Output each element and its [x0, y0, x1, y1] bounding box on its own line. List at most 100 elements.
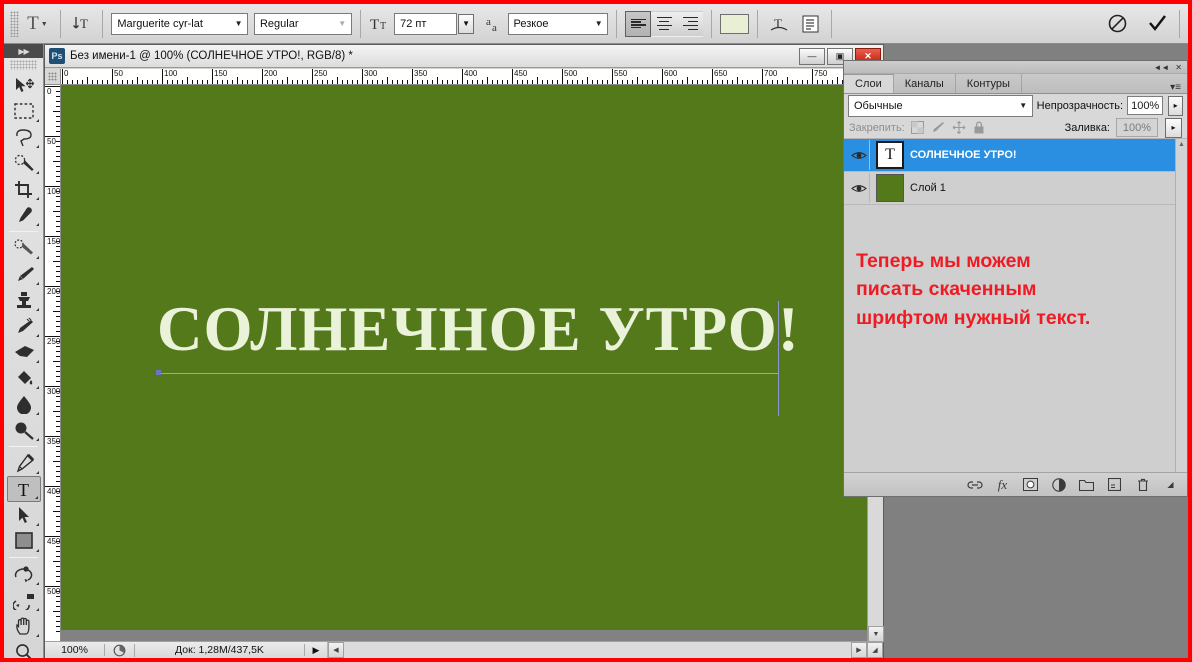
anti-alias-select[interactable]: Резкое ▼	[507, 12, 609, 35]
ruler-tick	[617, 80, 618, 84]
hand-tool[interactable]	[7, 613, 41, 639]
new-layer-button[interactable]	[1106, 476, 1123, 493]
eraser-tool[interactable]	[7, 339, 41, 365]
spot-healing-brush-tool[interactable]	[7, 235, 41, 261]
horizontal-ruler[interactable]: 0 50 100 150 200 250 300 350 400 450 500 550 600 650 7…	[61, 69, 867, 85]
character-paragraph-panel-icon[interactable]	[798, 11, 823, 37]
history-brush-tool[interactable]	[7, 313, 41, 339]
ruler-tick	[487, 77, 488, 84]
brush-tool[interactable]	[7, 261, 41, 287]
canvas-area[interactable]: СОЛНЕЧНОЕ УТРО!	[61, 85, 867, 642]
zoom-tool[interactable]	[7, 639, 41, 658]
toggle-text-orientation-icon[interactable]: T	[69, 11, 94, 37]
vertical-ruler[interactable]: 0 50 100 150 200 250 300 350 400 450 500	[45, 85, 61, 642]
ruler-tick	[677, 80, 678, 84]
blend-mode-select[interactable]: Обычные ▼	[848, 94, 1033, 117]
layer-name[interactable]: СОЛНЕЧНОЕ УТРО!	[910, 149, 1017, 161]
ruler-tick	[56, 166, 60, 167]
table-row[interactable]: T СОЛНЕЧНОЕ УТРО!	[844, 139, 1187, 172]
font-size-dropdown-button[interactable]: ▼	[457, 13, 475, 34]
opacity-slider-button[interactable]: ▸	[1168, 95, 1183, 116]
font-style-select[interactable]: Regular ▼	[253, 12, 352, 35]
add-layer-mask-button[interactable]	[1022, 476, 1039, 493]
horizontal-type-tool[interactable]: T	[7, 476, 41, 502]
commit-edits-button[interactable]	[1145, 11, 1171, 37]
options-bar-grip[interactable]	[10, 10, 19, 37]
paint-bucket-tool[interactable]	[7, 365, 41, 391]
ruler-tick	[382, 80, 383, 84]
status-menu-button[interactable]: ▶	[305, 645, 327, 656]
blur-tool[interactable]	[7, 391, 41, 417]
minimize-button[interactable]: —	[799, 47, 825, 65]
link-layers-button[interactable]	[966, 476, 983, 493]
lock-transparent-pixels-icon[interactable]	[910, 121, 924, 134]
align-right-button[interactable]	[677, 10, 704, 37]
ruler-tick	[56, 621, 60, 622]
3d-object-rotate-tool[interactable]	[7, 561, 41, 587]
delete-layer-button[interactable]	[1134, 476, 1151, 493]
tab-channels[interactable]: Каналы	[894, 74, 956, 93]
canvas-text-layer[interactable]: СОЛНЕЧНОЕ УТРО!	[157, 298, 800, 361]
lock-image-pixels-icon[interactable]	[931, 121, 945, 134]
lock-all-icon[interactable]	[973, 121, 985, 134]
fill-slider-button[interactable]: ▸	[1165, 117, 1182, 138]
ruler-tick	[56, 141, 60, 142]
font-size-select[interactable]: 72 пт	[394, 12, 457, 35]
eyedropper-tool[interactable]	[7, 202, 41, 228]
path-selection-tool[interactable]	[7, 502, 41, 528]
ruler-tick	[45, 136, 60, 137]
align-left-button[interactable]	[625, 10, 652, 37]
scroll-down-button[interactable]: ▼	[868, 626, 884, 642]
blend-mode-row: Обычные ▼ Непрозрачность: 100% ▸	[844, 94, 1187, 117]
scroll-left-button[interactable]: ◀	[328, 642, 344, 658]
zoom-level[interactable]: 100%	[45, 644, 105, 656]
align-center-button[interactable]	[651, 10, 678, 37]
pen-tool[interactable]	[7, 450, 41, 476]
tab-layers[interactable]: Слои	[844, 74, 894, 93]
canvas[interactable]: СОЛНЕЧНОЕ УТРО!	[61, 85, 867, 630]
document-title-bar[interactable]: Ps Без имени-1 @ 100% (СОЛНЕЧНОЕ УТРО!, …	[45, 45, 883, 68]
layer-name[interactable]: Слой 1	[910, 182, 946, 194]
move-tool[interactable]	[7, 72, 41, 98]
scroll-right-button[interactable]: ▶	[851, 642, 867, 658]
document-profile-icon[interactable]	[105, 643, 135, 657]
panel-resize-grip[interactable]: ◢	[1162, 476, 1179, 493]
ruler-label: 500	[47, 587, 61, 596]
3d-camera-rotate-tool[interactable]	[7, 587, 41, 613]
layer-visibility-toggle[interactable]	[848, 173, 870, 203]
ruler-tick	[272, 80, 273, 84]
layer-thumbnail[interactable]: T	[876, 141, 904, 169]
dodge-tool[interactable]	[7, 417, 41, 443]
cancel-edits-button[interactable]	[1105, 11, 1131, 37]
rectangular-marquee-tool[interactable]	[7, 98, 41, 124]
ruler-corner[interactable]	[45, 69, 61, 85]
new-group-button[interactable]	[1078, 476, 1095, 493]
opacity-value[interactable]: 100%	[1127, 96, 1164, 115]
ruler-tick	[45, 186, 60, 187]
table-row[interactable]: Слой 1	[844, 172, 1187, 205]
toolbox-collapse-button[interactable]: ▶▶	[4, 44, 43, 58]
canvas-horizontal-scrollbar[interactable]: ◀ ▶ ◢	[327, 641, 883, 658]
ruler-tick	[462, 69, 463, 84]
panel-collapse-button[interactable]: ◄◄	[1153, 63, 1169, 72]
crop-tool[interactable]	[7, 176, 41, 202]
layer-thumbnail[interactable]	[876, 174, 904, 202]
new-adjustment-layer-button[interactable]	[1050, 476, 1067, 493]
font-family-select[interactable]: Marguerite cyr-lat ▼	[111, 12, 249, 35]
tab-paths[interactable]: Контуры	[956, 74, 1022, 93]
clone-stamp-tool[interactable]	[7, 287, 41, 313]
lasso-tool[interactable]	[7, 124, 41, 150]
warp-text-icon[interactable]: T	[766, 11, 791, 37]
fill-value[interactable]: 100%	[1116, 118, 1158, 137]
lock-position-icon[interactable]	[952, 121, 966, 134]
panel-close-button[interactable]: ✕	[1175, 63, 1182, 72]
layer-visibility-toggle[interactable]	[848, 140, 870, 170]
type-tool-icon[interactable]: T ▼	[23, 11, 52, 37]
quick-selection-tool[interactable]	[7, 150, 41, 176]
resize-grip[interactable]: ◢	[867, 642, 883, 658]
toolbox-grip[interactable]	[10, 60, 37, 70]
layer-style-button[interactable]: fx	[994, 476, 1011, 493]
panel-menu-button[interactable]: ▾≡	[1164, 82, 1187, 93]
text-color-swatch[interactable]	[720, 13, 750, 34]
rectangle-tool[interactable]	[7, 528, 41, 554]
